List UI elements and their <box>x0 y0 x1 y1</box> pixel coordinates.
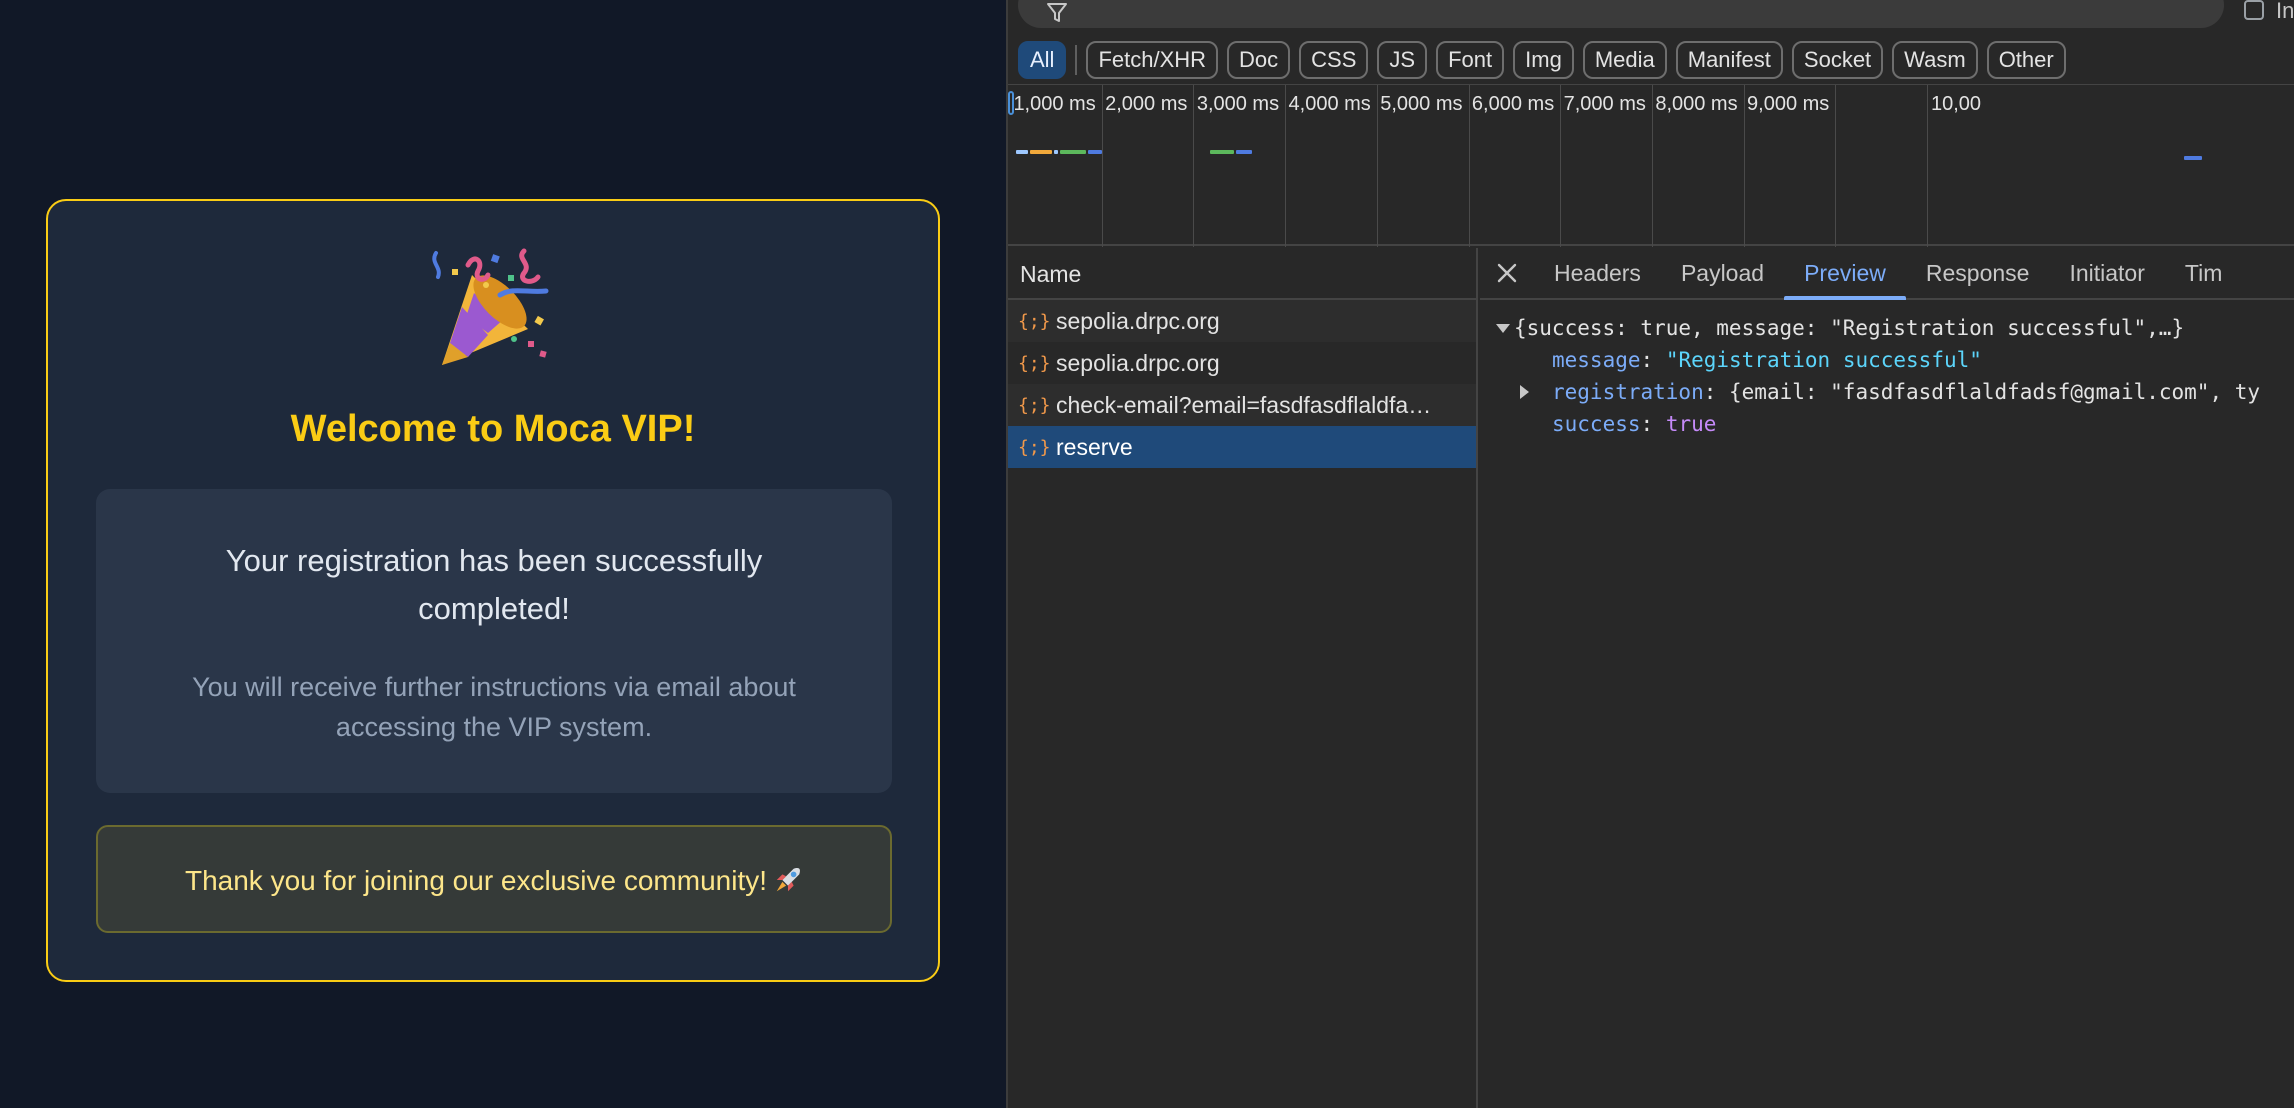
collapse-caret-icon[interactable] <box>1496 324 1510 333</box>
network-filter-input[interactable] <box>1018 0 2224 28</box>
request-detail-pane: Headers Payload Preview Response Initiator Ti… <box>1480 248 2294 1108</box>
filter-chip-socket[interactable]: Socket <box>1791 41 1884 79</box>
email-instructions-message: You will receive further instructions vi… <box>192 672 796 742</box>
app-pane: Welcome to Moca VIP! Your registration h… <box>0 0 1006 1108</box>
registration-info-box: Your registration has been successfully … <box>96 489 892 793</box>
json-string-value: "Registration successful" <box>1665 348 1982 372</box>
waterfall-bar <box>1030 150 1052 154</box>
timeline-gridline <box>1927 85 1928 247</box>
preview-summary: {success: true, message: "Registration s… <box>1514 316 2185 340</box>
json-key: registration <box>1552 380 1704 404</box>
waterfall-bar <box>1236 150 1252 154</box>
filter-chip-media[interactable]: Media <box>1582 41 1667 79</box>
filter-chip-img[interactable]: Img <box>1513 41 1574 79</box>
tab-payload[interactable]: Payload <box>1661 248 1784 298</box>
filter-chip-js[interactable]: JS <box>1377 41 1428 79</box>
filter-chip-all[interactable]: All <box>1018 41 1067 79</box>
filter-chip-manifest[interactable]: Manifest <box>1675 41 1783 79</box>
preview-success-line: success: true <box>1552 412 1717 436</box>
request-rows: {;} sepolia.drpc.org {;} sepolia.drpc.org {;… <box>1008 300 1476 468</box>
timeline-tick-label: 9,000 ms <box>1747 93 1830 115</box>
tab-tim[interactable]: Tim <box>2165 248 2242 298</box>
vip-welcome-card: Welcome to Moca VIP! Your registration h… <box>46 199 940 982</box>
json-request-icon: {;} <box>1018 310 1051 332</box>
tab-preview[interactable]: Preview <box>1784 248 1906 300</box>
json-request-icon: {;} <box>1018 436 1051 458</box>
filter-chip-font[interactable]: Font <box>1436 41 1505 79</box>
expand-caret-icon[interactable] <box>1520 385 1529 399</box>
json-key: success <box>1552 412 1641 436</box>
waterfall-bar <box>1054 150 1058 154</box>
close-icon[interactable] <box>1480 248 1534 298</box>
json-boolean-value: true <box>1665 412 1717 436</box>
request-row[interactable]: {;} reserve <box>1008 426 1476 468</box>
request-name: reserve <box>1056 433 1133 460</box>
waterfall-bar <box>1088 150 1102 154</box>
rocket-icon <box>776 868 800 892</box>
preview-message-line: message: "Registration successful" <box>1552 348 1982 372</box>
request-name: check-email?email=fasdfasdflaldfa… <box>1056 391 1432 418</box>
timeline-tick-label: 10,00 <box>1931 93 1982 115</box>
tab-response[interactable]: Response <box>1906 248 2050 298</box>
preview-root-line[interactable]: {success: true, message: "Registration s… <box>1480 312 2294 344</box>
chip-divider <box>1075 45 1078 75</box>
tab-headers[interactable]: Headers <box>1534 248 1661 298</box>
json-key: message <box>1552 348 1641 372</box>
filter-icon <box>1047 3 1067 22</box>
thank-you-banner: Thank you for joining our exclusive comm… <box>96 825 892 933</box>
waterfall-bar <box>1060 150 1086 154</box>
page-title: Welcome to Moca VIP! <box>290 408 696 450</box>
request-name: sepolia.drpc.org <box>1056 349 1220 376</box>
thank-you-text: Thank you for joining our exclusive comm… <box>184 865 768 896</box>
request-row[interactable]: {;} sepolia.drpc.org <box>1008 300 1476 342</box>
invert-label: In <box>2276 0 2294 23</box>
waterfall-bar <box>2184 156 2202 160</box>
filter-chip-wasm[interactable]: Wasm <box>1892 41 1978 79</box>
request-name: sepolia.drpc.org <box>1056 307 1220 334</box>
json-preview: {success: true, message: "Registration s… <box>1480 312 2294 440</box>
resource-type-filters: All Fetch/XHR Doc CSS JS Font Img Media Manifest… <box>1018 41 2075 79</box>
name-column-header[interactable]: Name <box>1008 248 1476 300</box>
filter-chip-fetch-xhr[interactable]: Fetch/XHR <box>1086 41 1219 79</box>
preview-registration-line[interactable]: registration: {email: "fasdfasdflaldfads… <box>1480 376 2294 408</box>
devtools-network-panel: In All Fetch/XHR Doc CSS JS Font Img Media Manif… <box>1006 0 2294 1108</box>
waterfall-bar <box>1210 150 1234 154</box>
party-popper-icon <box>432 248 549 365</box>
detail-tabs: Headers Payload Preview Response Initiator Ti… <box>1480 248 2294 300</box>
timeline-gridline <box>1835 85 1837 247</box>
filter-chip-other[interactable]: Other <box>1986 41 2066 79</box>
json-request-icon: {;} <box>1018 394 1051 416</box>
request-row[interactable]: {;} sepolia.drpc.org <box>1008 342 1476 384</box>
filter-chip-doc[interactable]: Doc <box>1227 41 1291 79</box>
network-timeline-overview[interactable]: 1,000 ms 2,000 ms 3,000 ms 4,000 ms 5,000 ms… <box>1008 84 2294 247</box>
request-row[interactable]: {;} check-email?email=fasdfasdflaldfa… <box>1008 384 1476 426</box>
request-list: Name {;} sepolia.drpc.org {;} sepolia.drpc.… <box>1008 248 1478 1108</box>
json-request-icon: {;} <box>1018 352 1051 374</box>
filter-chip-css[interactable]: CSS <box>1299 41 1369 79</box>
invert-checkbox[interactable] <box>2244 0 2264 20</box>
json-object-value: {email: "fasdfasdflaldfadsf@gmail.com", … <box>1729 380 2261 404</box>
waterfall-bar <box>1016 150 1028 154</box>
tab-initiator[interactable]: Initiator <box>2049 248 2164 298</box>
registration-success-message: Your registration has been successfully … <box>225 543 763 626</box>
